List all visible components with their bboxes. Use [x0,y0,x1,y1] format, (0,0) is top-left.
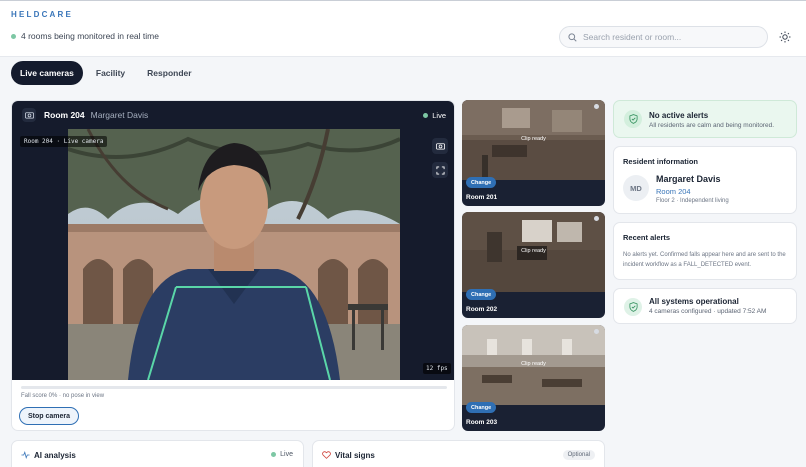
monitoring-status: 4 rooms being monitored in real time [11,31,159,41]
fullscreen-icon [435,165,445,175]
camera-header: Room 204 Margaret Davis [12,101,454,129]
change-camera-button[interactable]: Change [466,402,497,413]
resident-room-link[interactable]: Room 204 [656,187,691,196]
clip-ready-label: Clip ready [521,361,546,367]
ai-analysis-card: AI analysis Live [11,440,304,467]
thumbnail-status-dot [594,104,599,109]
camera-snapshot-icon [435,143,445,150]
app-header: HELDCARE 4 rooms being monitored in real… [0,0,806,57]
systems-status-title: All systems operational [649,297,739,306]
live-dot [271,452,277,457]
camera-image [68,129,400,380]
change-camera-button[interactable]: Change [466,289,497,300]
main-tabs: Live cameras Facility Responder [11,61,201,85]
thumbnail-status-dot [594,216,599,221]
live-label: Live [432,111,446,120]
theme-toggle-button[interactable] [778,30,792,44]
camera-room-title: Room 204 [44,110,85,120]
search-icon [568,32,577,42]
thumbnail-room-label: Room 202 [466,306,498,313]
camera-resident-name: Margaret Davis [90,110,149,120]
main-camera-panel: Room 204 Margaret Davis Live Room 204 · … [11,100,455,431]
vital-signs-card: Vital signs Optional [312,440,605,467]
tab-facility[interactable]: Facility [87,61,134,85]
thumbnail-room-label: Room 203 [466,419,498,426]
camera-thumbnail-room-203[interactable]: Clip ready Change Room 203 [462,325,605,431]
camera-overlay-label: Room 204 · Live camera [20,136,108,147]
stop-camera-button[interactable]: Stop camera [19,407,80,425]
ai-live-indicator: Live [271,451,293,458]
tab-live-cameras[interactable]: Live cameras [11,61,83,85]
brand-logo: HELDCARE [11,10,74,19]
change-camera-button[interactable]: Change [466,177,497,188]
fall-score-bar [21,386,447,389]
avatar: MD [623,175,649,201]
systems-status-card: All systems operational 4 cameras config… [613,288,797,324]
ai-live-label: Live [280,451,293,458]
thumbnail-room-label: Room 201 [466,194,498,201]
recent-alerts-card: Recent alerts No alerts yet. Confirmed f… [613,222,797,280]
camera-feed: Room 204 Margaret Davis Live Room 204 · … [12,101,454,380]
shield-check-icon [624,298,642,316]
search-box[interactable] [559,26,768,48]
clip-ready-label: Clip ready [521,136,546,142]
status-dot [11,33,16,39]
sun-icon [779,31,791,43]
ai-analysis-title: AI analysis [34,451,76,460]
clip-ready-label: Clip ready [521,248,546,254]
thumbnail-status-dot [594,329,599,334]
live-dot [423,113,429,118]
fullscreen-button[interactable] [432,162,448,178]
fps-counter: 12 fps [423,363,451,374]
live-indicator: Live [423,111,446,120]
optional-badge: Optional [562,450,595,460]
heart-icon [322,451,331,459]
camera-thumbnail-room-202[interactable]: Clip ready Change Room 202 [462,212,605,318]
camera-thumbnail-room-201[interactable]: Clip ready Change Room 201 [462,100,605,206]
resident-info-title: Resident information [623,157,699,166]
activity-icon [21,451,30,459]
resident-name: Margaret Davis [656,174,721,184]
alert-status-title: No active alerts [649,111,709,120]
camera-icon [22,108,36,122]
shield-check-icon [624,110,642,128]
alert-status-subtitle: All residents are calm and being monitor… [649,122,775,129]
resident-details: Floor 2 · Independent living [656,198,729,204]
snapshot-button[interactable] [432,138,448,154]
alert-status-card: No active alerts All residents are calm … [613,100,797,138]
tab-responder[interactable]: Responder [138,61,200,85]
vital-signs-title: Vital signs [335,451,375,460]
systems-status-subtitle: 4 cameras configured · updated 7:52 AM [649,308,767,315]
recent-alerts-title: Recent alerts [623,233,671,242]
search-input[interactable] [583,32,753,42]
fall-score-text: Fall score 0% · no pose in view [21,393,105,399]
monitoring-status-text: 4 rooms being monitored in real time [21,31,159,41]
resident-info-card: Resident information MD Margaret Davis R… [613,146,797,214]
recent-alerts-text: No alerts yet. Confirmed falls appear he… [623,252,786,268]
